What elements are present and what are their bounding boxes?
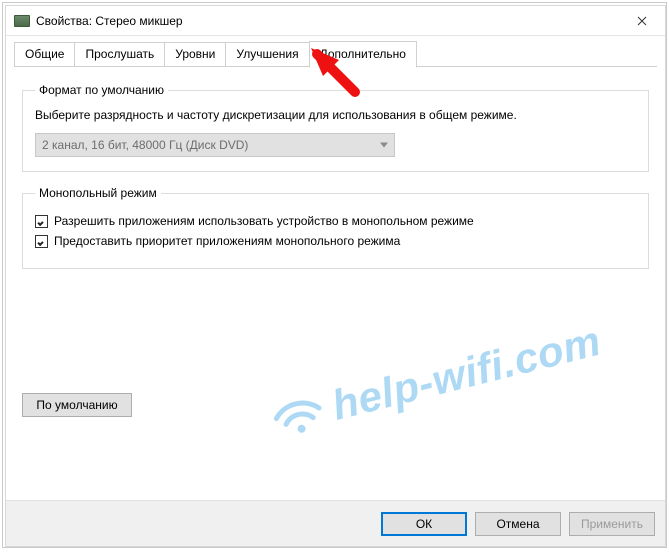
default-format-description: Выберите разрядность и частоту дискретиз… (35, 107, 636, 123)
apply-label: Применить (581, 517, 643, 531)
default-format-select[interactable]: 2 канал, 16 бит, 48000 Гц (Диск DVD) (35, 133, 395, 157)
apply-button[interactable]: Применить (569, 512, 655, 536)
window-title: Свойства: Стерео микшер (36, 14, 183, 28)
tab-label: Дополнительно (320, 47, 406, 61)
watermark-text: help-wifi.com (327, 317, 605, 430)
wifi-icon (266, 387, 331, 443)
tab-levels[interactable]: Уровни (164, 42, 226, 67)
tab-content: Формат по умолчанию Выберите разрядность… (6, 67, 665, 500)
tab-label: Прослушать (85, 47, 154, 61)
exclusive-priority-label: Предоставить приоритет приложениям моноп… (54, 234, 400, 248)
tab-general[interactable]: Общие (14, 42, 75, 67)
tab-advanced[interactable]: Дополнительно (309, 41, 417, 68)
close-icon (637, 13, 647, 29)
ok-label: ОК (416, 517, 432, 531)
tab-label: Общие (25, 47, 64, 61)
tab-listen[interactable]: Прослушать (74, 42, 165, 67)
dialog-footer: ОК Отмена Применить (6, 500, 665, 546)
exclusive-mode-legend: Монопольный режим (35, 186, 161, 200)
tab-label: Улучшения (236, 47, 298, 61)
cancel-label: Отмена (496, 517, 539, 531)
exclusive-allow-checkbox[interactable] (35, 215, 48, 228)
exclusive-mode-group: Монопольный режим Разрешить приложениям … (22, 186, 649, 269)
titlebar: Свойства: Стерео микшер (6, 6, 665, 36)
tab-enhancements[interactable]: Улучшения (225, 42, 309, 67)
ok-button[interactable]: ОК (381, 512, 467, 536)
default-format-selected: 2 канал, 16 бит, 48000 Гц (Диск DVD) (42, 138, 248, 152)
watermark: help-wifi.com (265, 317, 605, 446)
exclusive-allow-label: Разрешить приложениям использовать устро… (54, 214, 474, 228)
default-format-group: Формат по умолчанию Выберите разрядность… (22, 83, 649, 172)
restore-defaults-button[interactable]: По умолчанию (22, 393, 132, 417)
tab-label: Уровни (175, 47, 215, 61)
app-icon (14, 15, 30, 27)
default-format-legend: Формат по умолчанию (35, 83, 168, 97)
exclusive-priority-checkbox[interactable] (35, 235, 48, 248)
properties-dialog: Свойства: Стерео микшер Общие Прослушать… (5, 5, 666, 547)
restore-defaults-label: По умолчанию (36, 398, 117, 412)
close-button[interactable] (619, 6, 665, 36)
cancel-button[interactable]: Отмена (475, 512, 561, 536)
chevron-down-icon (380, 143, 388, 148)
tab-strip: Общие Прослушать Уровни Улучшения Дополн… (6, 36, 665, 67)
